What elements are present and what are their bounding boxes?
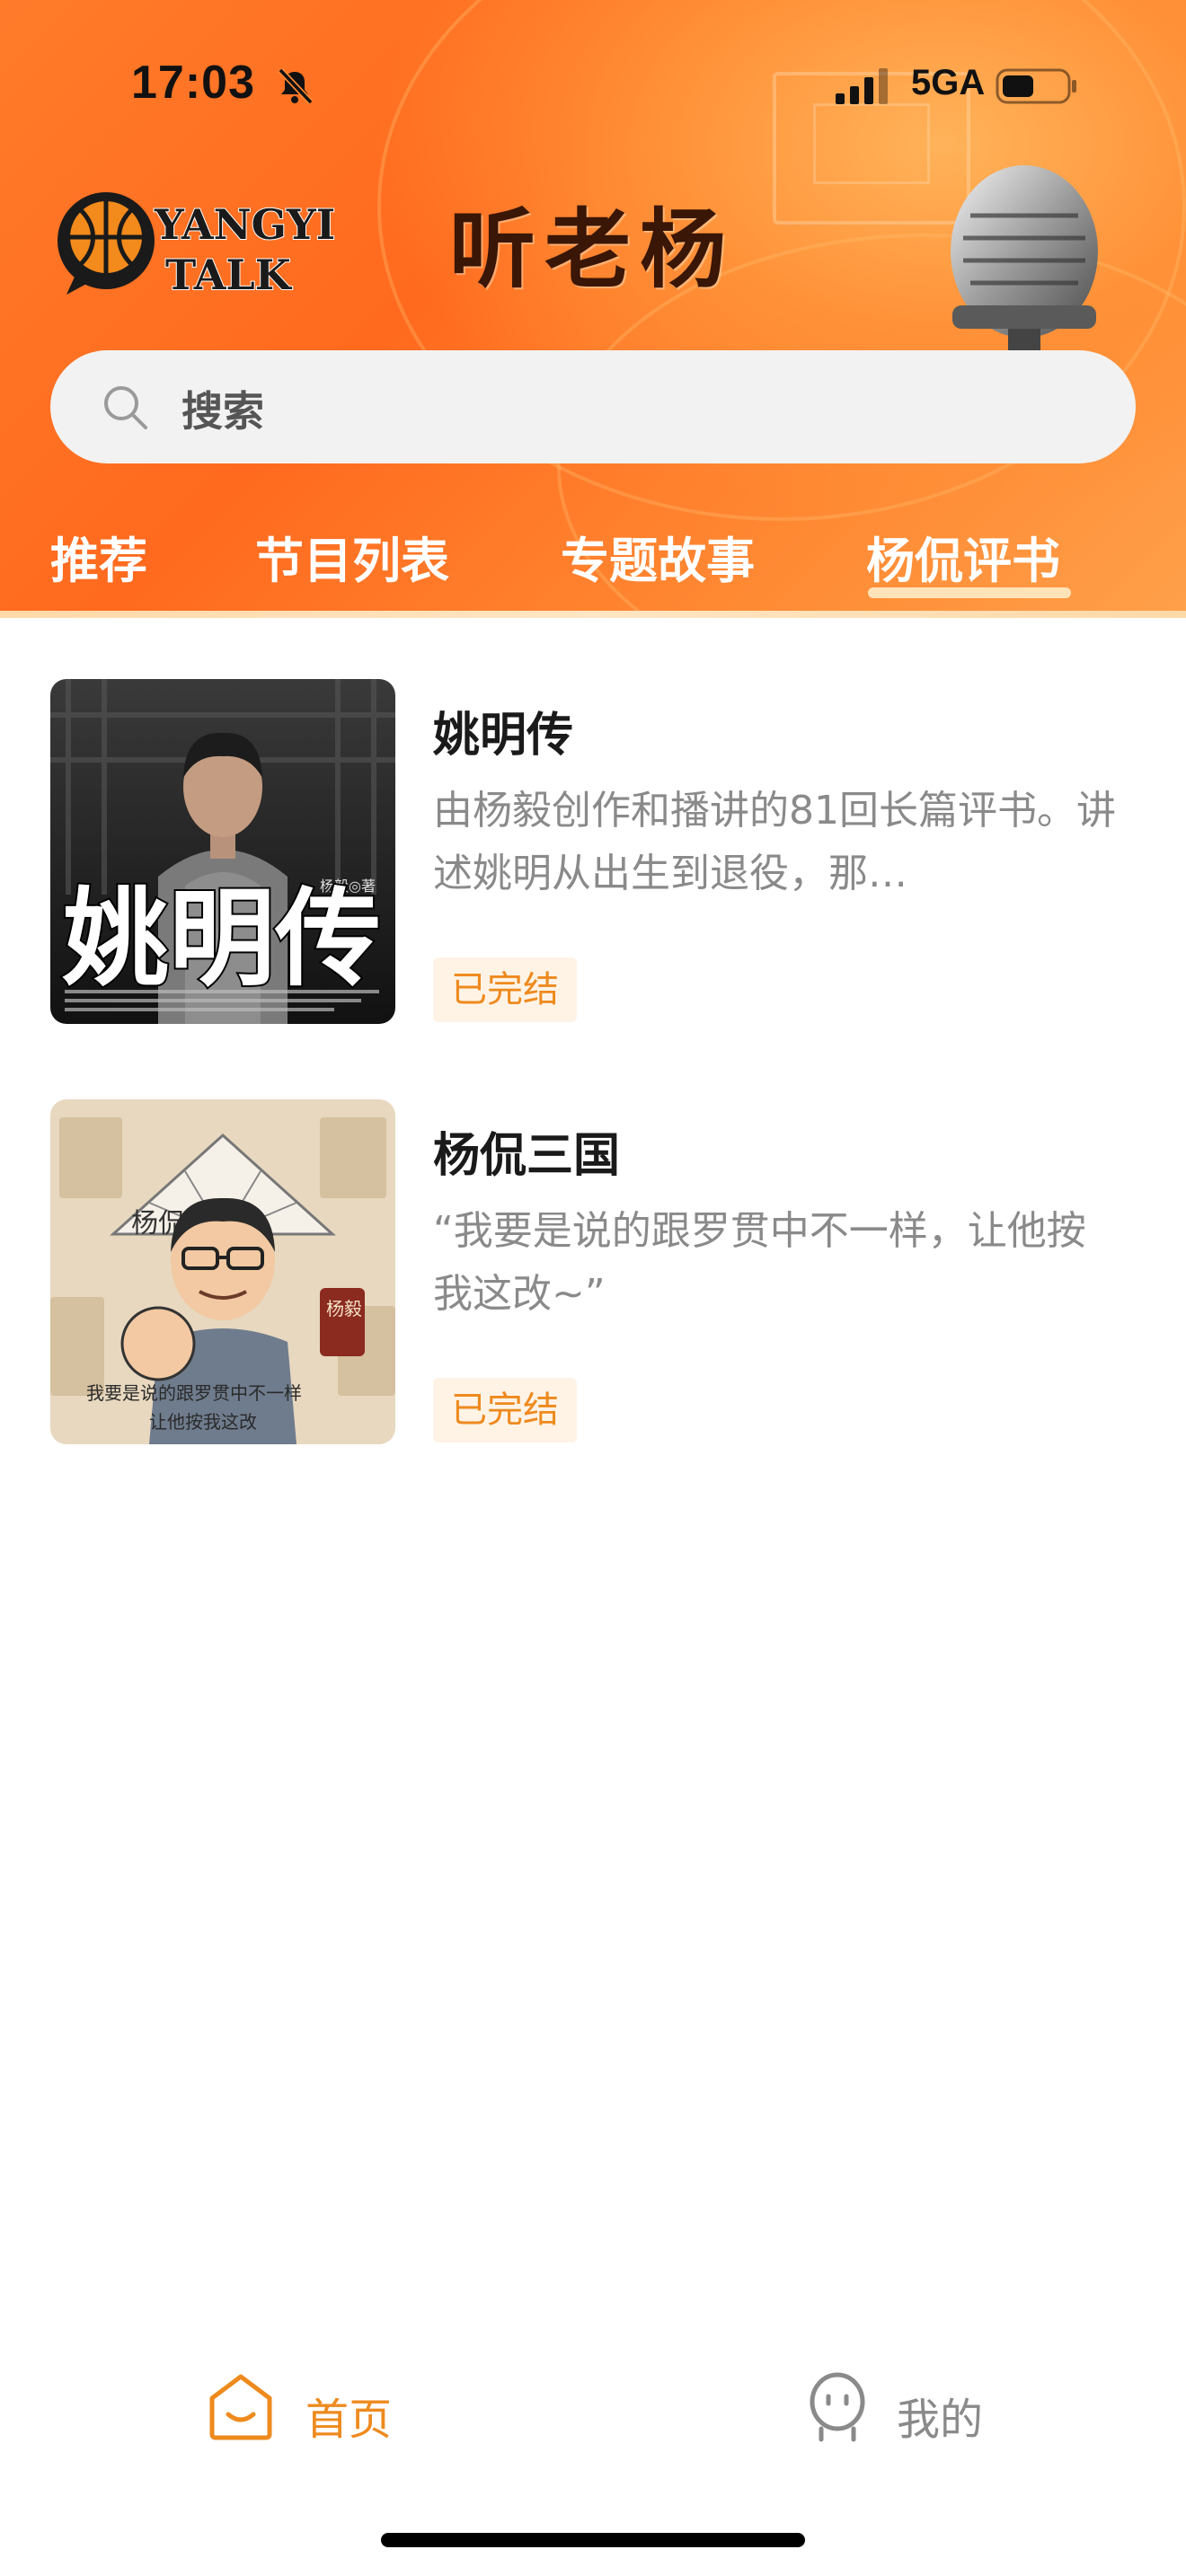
cover-caption-line1: 我要是说的跟罗贯中不一样 (86, 1382, 302, 1404)
category-tabs: 推荐 节目列表 专题故事 杨侃评书 (0, 521, 1186, 611)
cover-big-title: 姚明传 (62, 877, 381, 1001)
home-indicator[interactable] (381, 2533, 805, 2547)
cover-image-sanguo: 杨侃三国 杨毅 我要是说的跟罗贯中不一样 让他按我这改 (50, 1099, 395, 1444)
item-description: “我要是说的跟罗贯中不一样，让他按我这改~” (433, 1208, 1086, 1317)
logo-text-top: YANGYI (154, 200, 335, 249)
header: 17:03 5GA YANGYI TALK 听老杨 搜索 推荐 节目列表 专题故… (0, 0, 1186, 618)
battery-icon (996, 68, 1076, 104)
active-tab-indicator (868, 587, 1071, 598)
status-time: 17:03 (131, 57, 255, 109)
tab-program-list[interactable]: 节目列表 (255, 521, 449, 592)
status-badge: 已完结 (433, 957, 577, 1022)
tab-yangkan-storytelling[interactable]: 杨侃评书 (866, 521, 1060, 592)
yangyi-talk-logo: YANGYI TALK (58, 192, 336, 300)
bottom-navigation: 首页 我的 (0, 2353, 1186, 2470)
nav-profile[interactable]: 我的 (803, 2371, 1001, 2452)
status-bar: 17:03 5GA (0, 0, 1186, 171)
home-icon (209, 2374, 272, 2440)
cellular-signal-icon (836, 68, 888, 104)
list-item[interactable]: 杨侃三国 杨毅 我要是说的跟罗贯中不一样 让他按我这改 杨侃三国 “我要是说的跟… (0, 1099, 1186, 1459)
silent-bell-icon (278, 67, 314, 105)
tab-special-stories[interactable]: 专题故事 (561, 521, 755, 592)
profile-icon (810, 2372, 865, 2442)
yaoming-cover-art: 杨毅◎著 姚明传 (50, 679, 395, 1024)
network-type: 5GA (911, 63, 986, 102)
search-bar[interactable]: 搜索 (50, 350, 1136, 463)
item-description: 由杨毅创作和播讲的81回长篇评书。讲述姚明从出生到退役，那… (433, 788, 1116, 896)
microphone-icon (951, 165, 1098, 368)
search-placeholder: 搜索 (181, 387, 264, 436)
cover-image-yaoming: 杨毅◎著 姚明传 (50, 679, 395, 1024)
nav-home-label: 首页 (305, 2395, 393, 2445)
logo-text-bottom: TALK (165, 251, 293, 299)
search-icon (104, 386, 147, 429)
sanguo-cover-art: 杨侃三国 杨毅 我要是说的跟罗贯中不一样 让他按我这改 (50, 1099, 395, 1444)
item-title: 杨侃三国 (433, 1129, 621, 1183)
app-title: 听老杨 (449, 198, 735, 300)
nav-profile-label: 我的 (897, 2395, 984, 2445)
item-title: 姚明传 (433, 709, 574, 763)
status-badge: 已完结 (433, 1378, 577, 1442)
cover-seal: 杨毅 (326, 1298, 362, 1319)
nav-home[interactable]: 首页 (207, 2371, 404, 2452)
tab-recommend[interactable]: 推荐 (50, 521, 147, 592)
list-item[interactable]: 杨毅◎著 姚明传 姚明传 由杨毅创作和播讲的81回长篇评书。讲述姚明从出生到退役… (0, 679, 1186, 1038)
cover-caption-line2: 让他按我这改 (149, 1411, 257, 1433)
